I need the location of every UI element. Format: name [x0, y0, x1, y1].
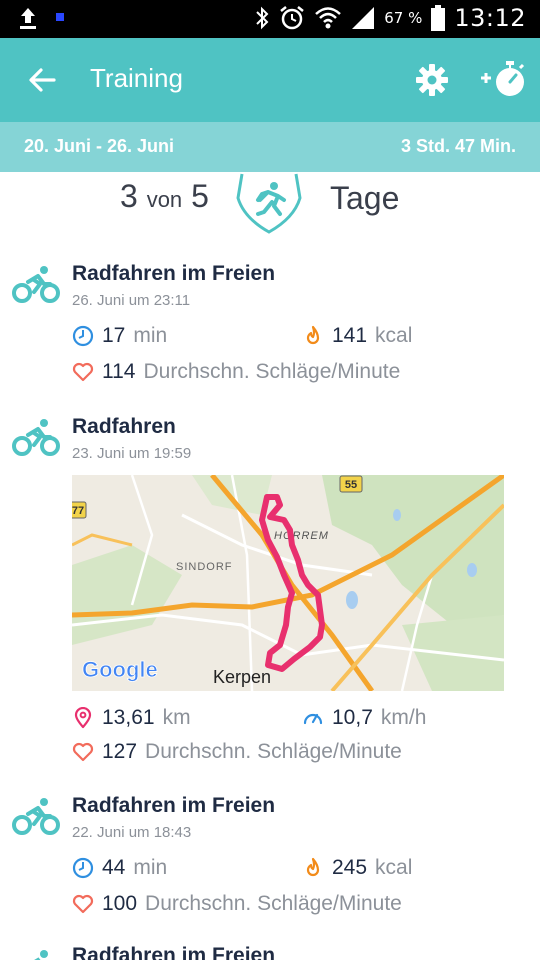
bicycle-icon: [12, 266, 60, 303]
bicycle-icon: [12, 798, 60, 835]
status-time: 13:12: [454, 4, 526, 32]
notification-icon: [56, 13, 64, 21]
goal-achieved: 3: [120, 178, 138, 214]
flame-icon: [306, 325, 320, 345]
speed-unit: km/h: [380, 706, 427, 729]
place-sindorf: SINDORF: [176, 561, 233, 573]
status-bar: 67 % 13:12: [0, 0, 540, 38]
bluetooth-icon: [256, 6, 269, 30]
weekly-goal: 3 von 5 Tage: [0, 172, 540, 238]
heart-icon: [72, 742, 94, 762]
heart-icon: [72, 894, 94, 914]
speedometer-icon: [303, 713, 323, 725]
goal-target: 5: [191, 178, 209, 214]
calories-unit: kcal: [375, 324, 413, 347]
summary-bar: 20. Juni - 26. Juni 3 Std. 47 Min.: [0, 122, 540, 172]
speed-value: 10,7: [332, 706, 373, 729]
duration-value: 44: [102, 856, 126, 879]
activity-item[interactable]: Radfahren im Freien 26. Juni um 23:11 17…: [0, 252, 540, 392]
calories-unit: kcal: [375, 856, 413, 879]
activity-date: 22. Juni um 18:43: [72, 824, 192, 841]
speed-stat: 10,7 km/h: [302, 706, 426, 730]
calories-stat: 141 kcal: [302, 324, 412, 348]
activity-date: 23. Juni um 19:59: [72, 445, 192, 462]
gear-icon[interactable]: [414, 62, 450, 98]
battery-percent: 67 %: [384, 9, 423, 27]
calories-stat: 245 kcal: [302, 856, 412, 880]
road-label-77: 77: [72, 505, 84, 517]
place-horrem: HORREM: [274, 530, 329, 542]
arrow-back-icon[interactable]: [26, 64, 58, 96]
duration-stat: 17 min: [72, 324, 167, 348]
heart-rate-stat: 114 Durchschn. Schläge/Minute: [72, 360, 400, 384]
activity-name: Radfahren im Freien: [72, 944, 276, 960]
duration-unit: min: [133, 324, 168, 347]
distance-unit: km: [162, 706, 191, 729]
bicycle-icon: [34, 950, 48, 960]
duration-value: 17: [102, 324, 126, 347]
upload-icon: [20, 8, 36, 29]
total-duration: 3 Std. 47 Min.: [400, 136, 516, 156]
activity-name: Radfahren im Freien: [72, 794, 276, 817]
date-range: 20. Juni - 26. Juni: [24, 136, 175, 156]
heart-rate-value: 114: [102, 360, 136, 383]
page-title: Training: [90, 63, 183, 93]
signal-icon: [352, 7, 375, 29]
bicycle-icon: [12, 419, 60, 456]
google-logo: Google: [82, 657, 158, 682]
heart-rate-value: 100: [102, 892, 138, 915]
heart-rate-label: Durchschn. Schläge/Minute: [145, 740, 402, 763]
clock-icon: [72, 325, 94, 347]
distance-value: 13,61: [102, 706, 155, 729]
location-pin-icon: [74, 707, 92, 729]
activity-name: Radfahren: [72, 415, 176, 438]
battery-icon: [431, 5, 446, 31]
goal-separator: von: [146, 187, 183, 212]
flame-icon: [306, 857, 320, 877]
calories-value: 141: [332, 324, 368, 347]
heart-rate-stat: 100 Durchschn. Schläge/Minute: [72, 892, 402, 916]
road-label-55: 55: [345, 479, 357, 491]
heart-rate-label: Durchschn. Schläge/Minute: [145, 892, 402, 915]
heart-icon: [72, 362, 94, 382]
activity-date: 26. Juni um 23:11: [72, 292, 191, 309]
heart-rate-stat: 127 Durchschn. Schläge/Minute: [72, 740, 402, 764]
add-stopwatch-icon[interactable]: [478, 58, 530, 102]
route-map[interactable]: 55 77 HORREM SINDORF Kerpen Google: [72, 475, 504, 691]
heart-rate-value: 127: [102, 740, 138, 763]
goal-unit: Tage: [330, 180, 400, 216]
activity-item[interactable]: Radfahren im Freien: [0, 936, 540, 960]
calories-value: 245: [332, 856, 368, 879]
activity-name: Radfahren im Freien: [72, 262, 276, 285]
alarm-icon: [280, 6, 304, 30]
activity-item[interactable]: Radfahren im Freien 22. Juni um 18:43 44…: [0, 784, 540, 924]
place-kerpen: Kerpen: [213, 667, 271, 687]
running-badge-icon: [236, 173, 302, 234]
wifi-icon: [315, 7, 342, 29]
clock-icon: [72, 857, 94, 879]
duration-unit: min: [133, 856, 168, 879]
heart-rate-label: Durchschn. Schläge/Minute: [143, 360, 401, 383]
duration-stat: 44 min: [72, 856, 167, 880]
distance-stat: 13,61 km: [72, 706, 191, 730]
app-bar: Training: [0, 38, 540, 122]
goal-count: 3 von 5: [120, 178, 209, 215]
